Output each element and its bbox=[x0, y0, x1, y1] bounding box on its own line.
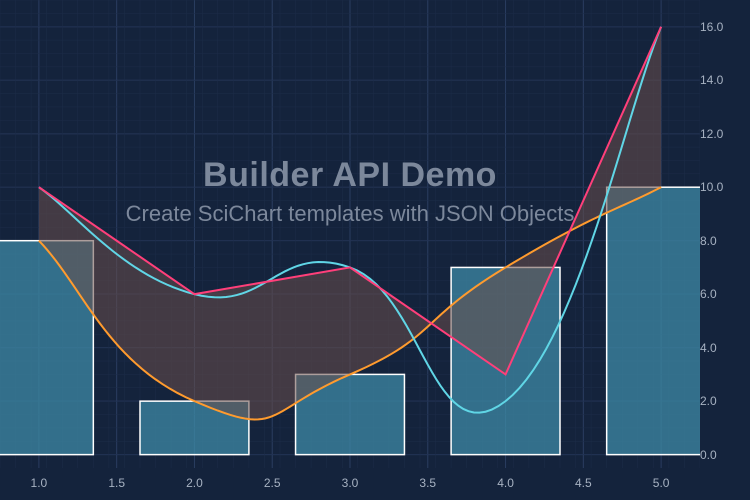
y-axis-tick: 8.0 bbox=[700, 234, 740, 248]
y-axis-tick: 16.0 bbox=[700, 20, 740, 34]
y-axis-tick: 10.0 bbox=[700, 180, 740, 194]
x-axis-tick: 3.0 bbox=[342, 476, 359, 490]
chart-series bbox=[0, 0, 700, 468]
y-axis-tick: 12.0 bbox=[700, 127, 740, 141]
y-axis-tick: 2.0 bbox=[700, 394, 740, 408]
y-axis: 0.0 2.0 4.0 6.0 8.0 10.0 12.0 14.0 16.0 bbox=[700, 0, 742, 468]
x-axis-tick: 4.5 bbox=[575, 476, 592, 490]
x-axis-tick: 5.0 bbox=[653, 476, 670, 490]
y-axis-tick: 4.0 bbox=[700, 341, 740, 355]
y-axis-tick: 6.0 bbox=[700, 287, 740, 301]
x-axis-tick: 4.0 bbox=[497, 476, 514, 490]
x-axis-tick: 2.5 bbox=[264, 476, 281, 490]
x-axis-tick: 3.5 bbox=[419, 476, 436, 490]
x-axis-tick: 2.0 bbox=[186, 476, 203, 490]
y-axis-tick: 14.0 bbox=[700, 73, 740, 87]
chart-container: Builder API Demo Create SciChart templat… bbox=[0, 0, 750, 500]
bar bbox=[607, 187, 700, 454]
x-axis: 1.0 1.5 2.0 2.5 3.0 3.5 4.0 4.5 5.0 bbox=[0, 474, 700, 490]
x-axis-tick: 1.5 bbox=[108, 476, 125, 490]
y-axis-tick: 0.0 bbox=[700, 448, 740, 462]
chart-plot-area[interactable]: Builder API Demo Create SciChart templat… bbox=[0, 0, 700, 468]
x-axis-tick: 1.0 bbox=[31, 476, 48, 490]
